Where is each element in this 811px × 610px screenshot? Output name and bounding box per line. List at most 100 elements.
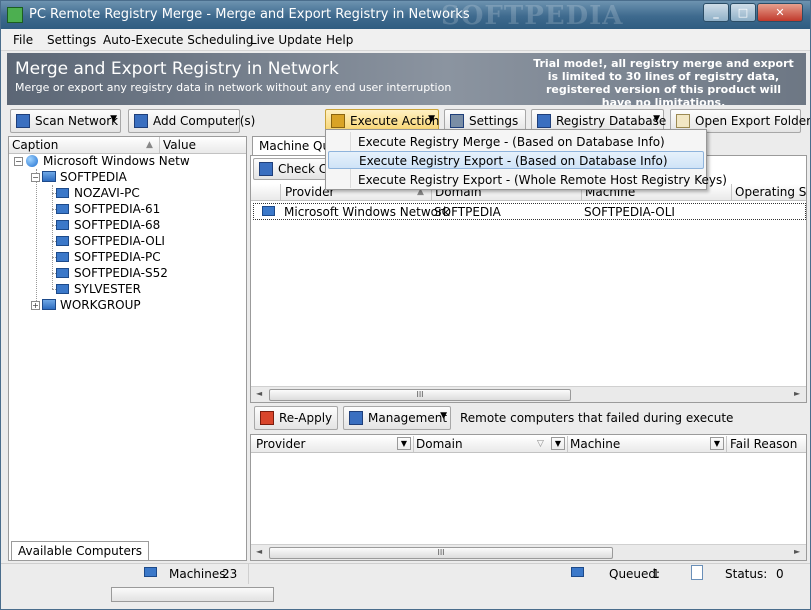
failed-computers-panel: Provider ▼ Domain ▽ ▼ Machine ▼ Fail Rea… — [250, 434, 807, 561]
tree-item-machine[interactable]: NOZAVI-PC — [56, 186, 140, 200]
chevron-down-icon[interactable]: ▼ — [110, 114, 117, 124]
menu-help[interactable]: Help — [326, 33, 353, 47]
header-banner: Merge and Export Registry in Network Mer… — [7, 53, 806, 105]
scan-network-button[interactable]: Scan Network ▼ — [10, 109, 121, 133]
tree-item-machine[interactable]: SOFTPEDIA-68 — [56, 218, 160, 232]
filter-icon[interactable]: ▼ — [710, 437, 724, 450]
title-bar[interactable]: PC Remote Registry Merge - Merge and Exp… — [1, 1, 810, 31]
folder-icon — [676, 114, 690, 128]
network-globe-icon — [26, 155, 38, 167]
fail-reason-column[interactable]: Fail Reason — [730, 437, 797, 451]
add-computer-icon — [134, 114, 148, 128]
check-connection-button[interactable]: Check Con — [253, 158, 342, 180]
execute-action-menu: Execute Registry Merge - (Based on Datab… — [325, 129, 727, 190]
menu-settings[interactable]: Settings — [47, 33, 96, 47]
computer-icon — [56, 220, 69, 230]
tree-header: Caption ▲ Value — [9, 137, 246, 154]
check-icon — [259, 162, 273, 176]
filter-icon[interactable]: ▼ — [397, 437, 411, 450]
progress-bar — [111, 587, 274, 602]
scroll-right-icon[interactable]: ► — [794, 389, 800, 398]
tree-item-machine[interactable]: SOFTPEDIA-PC — [56, 250, 161, 264]
domain-icon — [42, 171, 56, 182]
re-apply-button[interactable]: Re-Apply — [254, 406, 338, 430]
chevron-down-icon[interactable]: ▼ — [428, 114, 435, 124]
scroll-left-icon[interactable]: ◄ — [256, 547, 262, 556]
tab-available-computers[interactable]: Available Computers — [11, 541, 150, 561]
minimize-button[interactable]: _ — [703, 3, 729, 22]
workgroup-icon — [42, 299, 56, 310]
failed-machine-column[interactable]: Machine — [570, 437, 620, 451]
computer-icon — [56, 252, 69, 262]
machines-label: Machines: — [169, 567, 230, 581]
watermark: SOFTPEDIA — [441, 1, 624, 31]
menu-item-execute-merge[interactable]: Execute Registry Merge - (Based on Datab… — [328, 133, 704, 151]
menu-item-execute-export-whole[interactable]: Execute Registry Export - (Whole Remote … — [328, 171, 727, 189]
collapse-toggle[interactable]: − — [14, 157, 23, 166]
scroll-thumb[interactable]: III — [269, 547, 613, 559]
menu-auto-execute[interactable]: Auto-Execute Scheduling — [103, 33, 254, 47]
close-button[interactable]: ✕ — [757, 3, 803, 22]
os-column[interactable]: Operating Syst — [735, 185, 806, 199]
menu-file[interactable]: File — [13, 33, 33, 47]
banner-subtitle: Merge or export any registry data in net… — [15, 81, 452, 94]
tree-item-machine[interactable]: SOFTPEDIA-OLI — [56, 234, 165, 248]
queued-count: 1 — [652, 567, 660, 581]
table-row[interactable]: Microsoft Windows Network SOFTPEDIA SOFT… — [253, 203, 806, 220]
status-value: 0 — [776, 567, 784, 581]
tree-domain[interactable]: SOFTPEDIA — [42, 170, 127, 184]
computer-icon — [56, 204, 69, 214]
computer-icon — [56, 268, 69, 278]
menu-item-execute-export[interactable]: Execute Registry Export - (Based on Data… — [328, 151, 704, 169]
tree-item-machine[interactable]: SYLVESTER — [56, 282, 141, 296]
database-icon — [537, 114, 551, 128]
horizontal-scrollbar[interactable]: ◄ III ► — [251, 544, 806, 560]
computer-icon — [144, 567, 157, 577]
collapse-toggle[interactable]: − — [31, 173, 40, 182]
tree-item-machine[interactable]: SOFTPEDIA-61 — [56, 202, 160, 216]
reapply-icon — [260, 411, 274, 425]
status-label: Status: — [725, 567, 768, 581]
computer-icon — [262, 206, 275, 216]
scroll-thumb[interactable]: III — [269, 389, 571, 401]
app-window: PC Remote Registry Merge - Merge and Exp… — [0, 0, 811, 610]
failed-label: Remote computers that failed during exec… — [460, 411, 734, 425]
scroll-left-icon[interactable]: ◄ — [256, 389, 262, 398]
trial-notice: Trial mode!, all registry merge and expo… — [533, 57, 794, 105]
menu-live-update[interactable]: Live Update — [250, 33, 322, 47]
window-title: PC Remote Registry Merge - Merge and Exp… — [29, 7, 470, 22]
computer-icon — [56, 236, 69, 246]
tree-item-machine[interactable]: SOFTPEDIA-S52 — [56, 266, 168, 280]
chevron-down-icon[interactable]: ▼ — [440, 411, 447, 421]
sort-icon: ▽ — [537, 439, 544, 449]
value-column[interactable]: Value — [163, 138, 196, 152]
failed-provider-column[interactable]: Provider — [256, 437, 305, 451]
menu-bar: File Settings Auto-Execute Scheduling Li… — [1, 29, 810, 51]
machine-queue-panel: Check Con Provider ▲ Domain Machine Oper… — [250, 155, 807, 403]
scroll-right-icon[interactable]: ► — [794, 547, 800, 556]
machines-count: 23 — [222, 567, 238, 581]
chevron-down-icon[interactable]: ▼ — [653, 114, 660, 124]
network-icon — [16, 114, 30, 128]
filter-icon[interactable]: ▼ — [551, 437, 565, 450]
tree-root[interactable]: Microsoft Windows Netw — [26, 154, 190, 168]
banner-title: Merge and Export Registry in Network — [15, 59, 339, 79]
management-icon — [349, 411, 363, 425]
add-computers-button[interactable]: Add Computer(s) — [128, 109, 255, 133]
management-button[interactable]: Management ▼ — [343, 406, 451, 430]
computer-icon — [56, 284, 69, 294]
settings-icon — [450, 114, 464, 128]
horizontal-scrollbar[interactable]: ◄ III ► — [251, 386, 806, 402]
tree-workgroup[interactable]: WORKGROUP — [42, 298, 141, 312]
maximize-button[interactable]: □ — [730, 3, 756, 22]
failed-domain-column[interactable]: Domain — [416, 437, 463, 451]
computer-tree-panel: Caption ▲ Value − Microsoft Windows Netw… — [8, 136, 247, 561]
execute-icon — [331, 114, 345, 128]
computer-icon — [56, 188, 69, 198]
expand-toggle[interactable]: + — [31, 301, 40, 310]
sort-icon: ▲ — [146, 140, 153, 150]
document-icon — [691, 565, 703, 580]
app-icon — [7, 7, 23, 23]
caption-column[interactable]: Caption — [12, 138, 58, 152]
queue-icon — [571, 567, 584, 577]
